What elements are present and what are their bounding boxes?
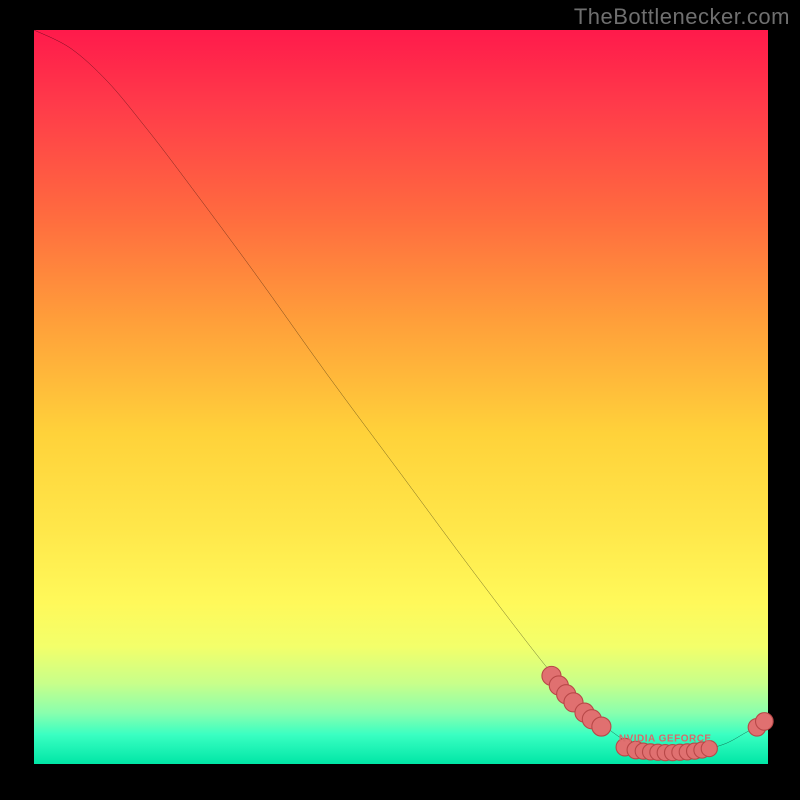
- data-dot: [592, 717, 611, 736]
- data-dot: [756, 713, 774, 731]
- chart-svg: [34, 30, 768, 764]
- chart-frame: TheBottlenecker.com NVIDIA GEFORCE: [0, 0, 800, 800]
- watermark-text: TheBottlenecker.com: [574, 4, 790, 30]
- plot-area: NVIDIA GEFORCE: [34, 30, 768, 764]
- data-dots: [542, 666, 773, 760]
- series-label: NVIDIA GEFORCE: [619, 734, 712, 745]
- bottleneck-curve: [34, 30, 768, 753]
